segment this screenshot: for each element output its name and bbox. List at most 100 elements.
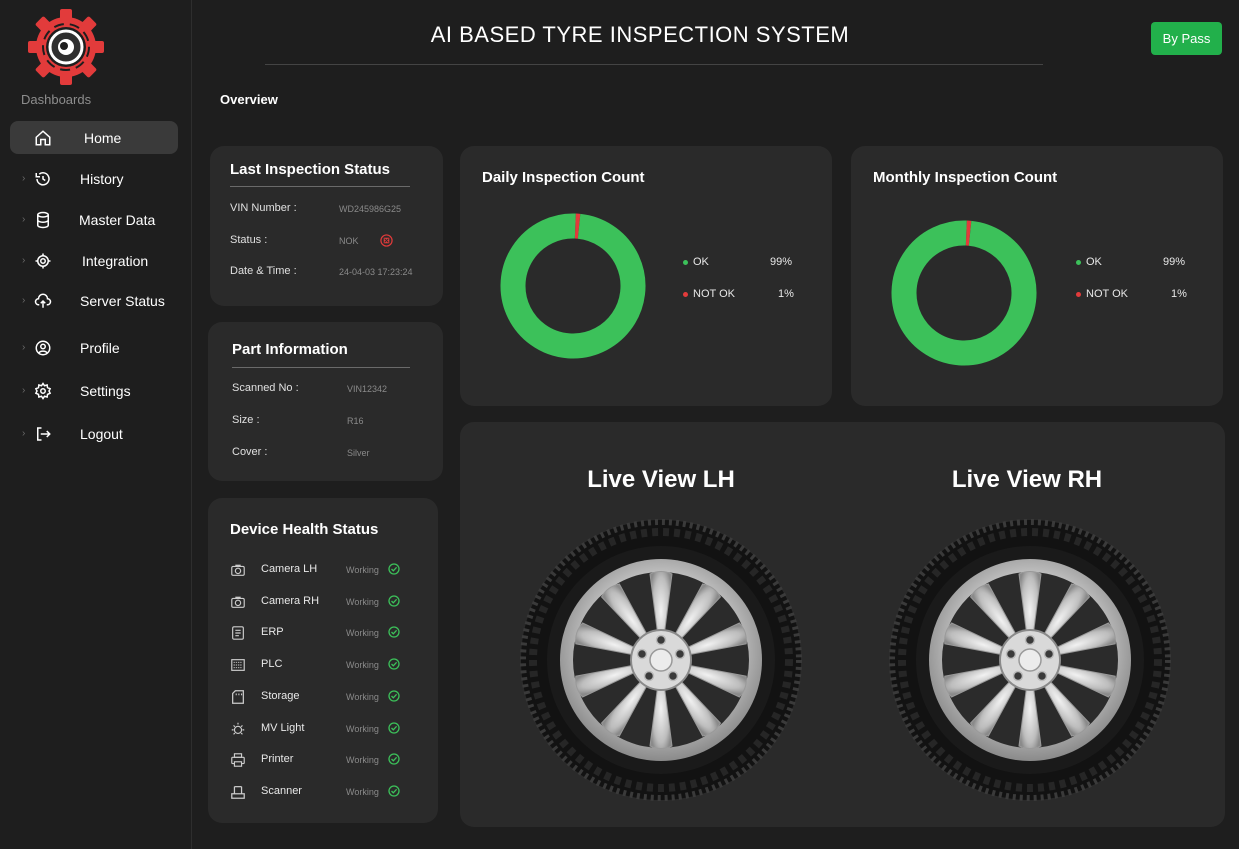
vin-value: WD245986G25 [339,204,402,214]
scanner-icon [231,786,245,799]
bypass-button[interactable]: By Pass [1151,22,1222,55]
integration-icon [35,253,51,268]
logout-icon [37,426,51,441]
device-status: Working [346,660,379,670]
last-inspection-card: Last Inspection Status VIN Number : WD24… [210,146,443,306]
legend-nok-dot [683,292,688,297]
device-status: Working [346,565,379,575]
sidebar-item-label: Settings [80,382,131,399]
device-status: Working [346,787,379,797]
device-name: Printer [261,753,294,765]
datetime-value: 24-04-03 17:23:24 [339,267,413,277]
status-label: Status : [230,234,268,246]
legend-nok-percent: 1% [1171,288,1187,300]
card-title: Daily Inspection Count [482,169,645,186]
sidebar-item-master-data[interactable]: › Master Data [10,203,178,236]
plc-icon [231,659,245,671]
sidebar-item-label: Profile [80,339,120,356]
cover-label: Cover : [232,446,268,458]
sidebar-item-label: Server Status [80,292,165,309]
cover-value: Silver [347,448,370,458]
live-view-rh-title: Live View RH [951,466,1103,493]
legend-nok-label: NOT OK [693,288,735,300]
camera-icon [231,596,245,608]
monthly-donut-chart [891,220,1037,366]
sidebar-item-label: Logout [80,425,123,442]
sidebar-item-integration[interactable]: › Integration [10,244,178,277]
divider [232,367,410,368]
card-title: Device Health Status [230,521,379,538]
legend-nok-dot [1076,292,1081,297]
camera-icon [231,564,245,576]
sidebar-item-label: Master Data [79,211,156,228]
device-name: PLC [261,658,283,670]
sidebar-item-settings[interactable]: › Settings [10,374,178,407]
gear-icon [34,381,52,400]
status-value: NOK [339,236,359,246]
chevron-right-icon: › [22,295,26,306]
monthly-count-card: Monthly Inspection Count OK 99% NOT OK 1… [851,146,1223,406]
legend-nok-label: NOT OK [1086,288,1128,300]
sidebar-item-profile[interactable]: › Profile [10,331,178,364]
donut-slice-ok [500,213,646,359]
donut-slice-ok [891,220,1037,366]
sidebar: Dashboards Home › History › Master Data … [0,0,192,849]
divider [265,64,1043,65]
datetime-label: Date & Time : [230,265,297,277]
chevron-right-icon: › [22,214,26,225]
error-icon [380,234,393,247]
tyre-rh-image [889,519,1171,801]
overview-heading: Overview [220,92,278,107]
device-health-card: Device Health Status Camera LH Working Cam… [208,498,438,823]
sidebar-item-home[interactable]: Home [10,121,178,154]
part-information-card: Part Information Scanned No : VIN12342 S… [208,322,443,481]
sidebar-item-history[interactable]: › History [10,162,178,195]
device-name: MV Light [261,722,305,734]
legend-ok-percent: 99% [1163,256,1186,268]
chevron-right-icon: › [22,255,26,266]
database-icon [37,211,49,228]
check-circle-icon [388,626,400,638]
device-name: Storage [261,690,300,702]
divider [230,186,410,187]
logo-icon [28,9,104,85]
legend-nok-percent: 1% [778,288,794,300]
tyre-lh-image [520,519,802,801]
scanned-label: Scanned No : [232,382,299,394]
device-name: Camera RH [261,595,320,607]
storage-icon [232,690,244,704]
device-status: Working [346,597,379,607]
chevron-right-icon: › [22,342,26,353]
legend-ok-percent: 99% [770,256,793,268]
legend-ok-label: OK [693,256,709,268]
live-view-card: Live View LH Live View RH [460,422,1225,827]
daily-donut-chart [500,213,646,359]
user-icon [35,340,51,355]
device-status: Working [346,755,379,765]
sidebar-item-label: History [80,170,124,187]
page-title: AI BASED TYRE INSPECTION SYSTEM [430,22,850,47]
card-title: Monthly Inspection Count [873,169,1058,186]
card-title: Last Inspection Status [230,161,391,178]
check-circle-icon [388,785,400,797]
scanned-value: VIN12342 [347,384,388,394]
erp-icon [232,626,244,640]
dashboards-label: Dashboards [21,92,92,107]
check-circle-icon [388,563,400,575]
size-label: Size : [232,414,260,426]
device-status: Working [346,692,379,702]
check-circle-icon [388,722,400,734]
history-icon [35,171,50,186]
chevron-right-icon: › [22,428,26,439]
home-icon [35,129,51,145]
sidebar-item-label: Home [84,129,122,146]
light-icon [231,722,245,735]
device-status: Working [346,724,379,734]
device-name: ERP [261,626,284,638]
check-circle-icon [388,690,400,702]
legend-ok-dot [1076,260,1081,265]
cloud-server-icon [34,293,52,308]
sidebar-item-server-status[interactable]: › Server Status [10,284,178,317]
sidebar-item-logout[interactable]: › Logout [10,417,178,450]
live-view-lh-title: Live View LH [587,466,735,493]
